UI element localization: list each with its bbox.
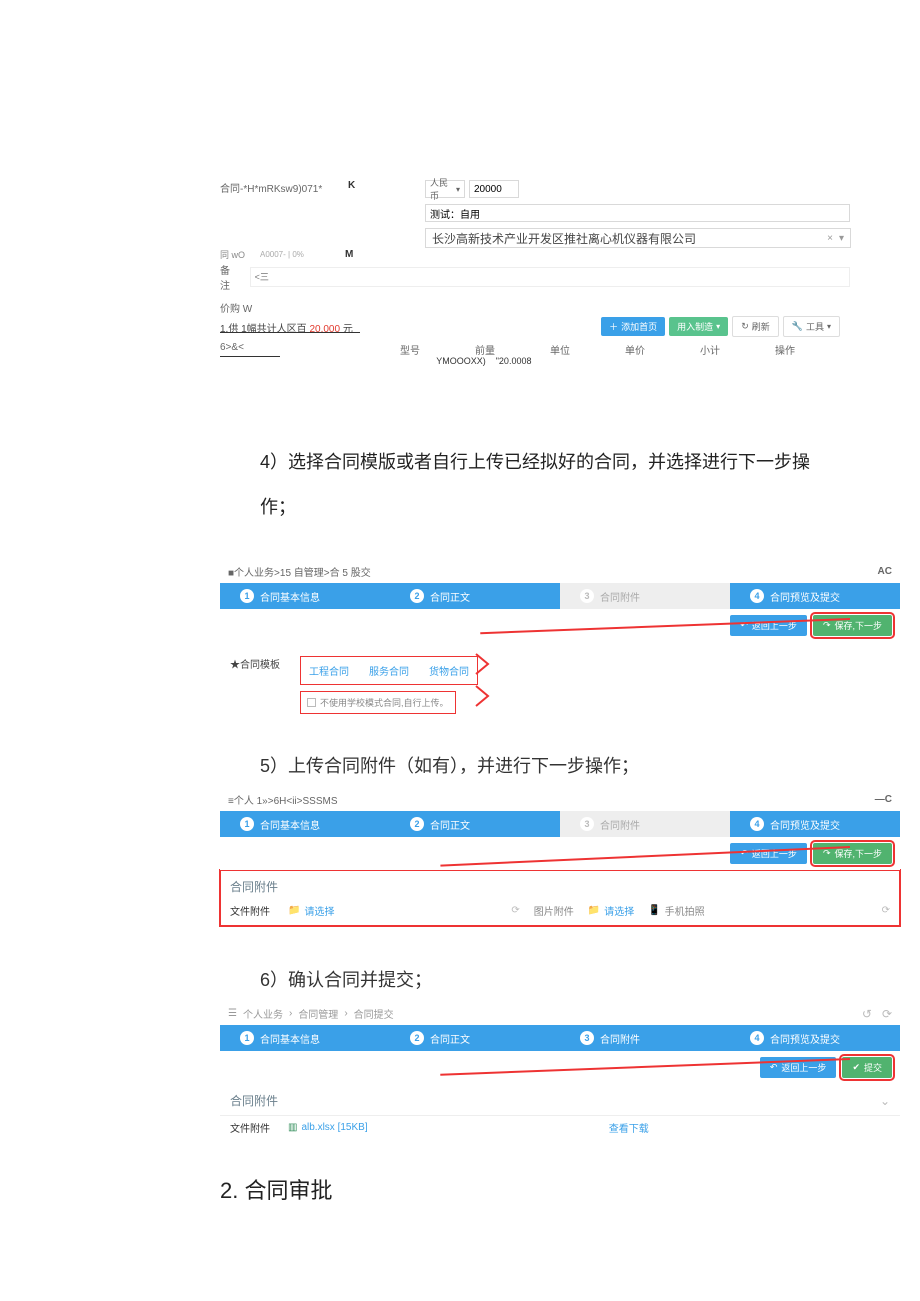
attachment-heading: 合同附件: [230, 1088, 278, 1113]
phone-shot-link[interactable]: 📱 手机拍照: [648, 903, 704, 918]
share-icon: ↷: [823, 620, 831, 631]
add-goods-button[interactable]: ＋ 添加首页: [601, 317, 665, 336]
back-icon[interactable]: ↺: [862, 1007, 872, 1021]
import-table-button[interactable]: 用入制造 ▾: [669, 317, 728, 336]
instruction-4: 4）选择合同模版或者自行上传已经拟好的合同，并选择进行下一步操作；: [260, 440, 840, 530]
attachment-heading: 合同附件: [220, 870, 900, 899]
contract-code-label: 合同-*H*mRKsw9)071*: [220, 180, 322, 195]
table-header-rule: [220, 332, 360, 333]
step-3[interactable]: 3合同附件: [560, 1025, 730, 1051]
breadcrumb: ■个人业务>15 自管理>合 5 股交: [228, 564, 371, 579]
seller-name: 长沙高新技术产业开发区推社离心机仪器有限公司: [432, 230, 696, 247]
amount-input[interactable]: [469, 180, 519, 198]
mid-lbl2: A0007- | 0%: [260, 250, 345, 259]
instruction-5: 5）上传合同附件（如有），并进行下一步操作；: [260, 752, 840, 778]
step5-screenshot: ≡个人 1»>6H<ii>SSSMS —C 1合同基本信息 2合同正文 3合同附…: [220, 788, 900, 926]
bc-right-label: AC: [878, 566, 892, 577]
step-2[interactable]: 2合同正文: [390, 1025, 560, 1051]
table-header: 6>&< 型号 前量 单位 单价 小计 操作: [220, 342, 850, 357]
step-4[interactable]: 4合同预览及提交: [730, 1025, 900, 1051]
refresh-button[interactable]: ↻ 刷新: [732, 316, 779, 337]
template-label: ★合同模板: [230, 656, 300, 671]
note-label: 备注: [220, 262, 240, 292]
phone-icon: 📱: [648, 905, 660, 916]
chevron-down-icon: ▾: [456, 185, 460, 194]
bc-right-label: —C: [875, 794, 892, 805]
submit-button[interactable]: ✔ 提交: [842, 1057, 892, 1078]
step-1[interactable]: 1合同基本信息: [220, 1025, 390, 1051]
instruction-6: 6）确认合同并提交；: [260, 966, 840, 992]
prev-button[interactable]: ↶ 返回上一步: [760, 1057, 837, 1078]
currency-value: 人民币: [430, 176, 456, 202]
table-subrow: YMOOOXX) "20.0008: [220, 356, 850, 366]
share-icon: ↷: [823, 848, 831, 859]
bc-1[interactable]: 个人业务: [243, 1006, 283, 1021]
step6-screenshot: ☰ 个人业务 › 合同管理 › 合同提交 ↺ ⟳ 1合同基本信息 2合同正文 3…: [220, 1002, 900, 1143]
refresh-icon: ↻: [741, 321, 749, 332]
download-link[interactable]: 查看下载: [609, 1120, 649, 1135]
chevron-down-icon: ▾: [827, 322, 831, 331]
checkbox-icon: [307, 698, 316, 707]
template-options: 工程合同 服务合同 货物合同: [300, 656, 478, 685]
breadcrumb: ≡个人 1»>6H<ii>SSSMS: [228, 792, 338, 807]
red-arrow-icon: [472, 646, 512, 716]
tpl-goods[interactable]: 货物合同: [429, 663, 469, 678]
file-xls-icon: ▥: [288, 1122, 297, 1133]
test-input[interactable]: [425, 204, 850, 222]
file-link[interactable]: ▥ alb.xlsx [15KB]: [288, 1122, 368, 1133]
chevron-down-icon[interactable]: ▾: [839, 233, 844, 244]
prev-button[interactable]: ↶ 返回上一步: [730, 615, 807, 636]
step-3[interactable]: 3合同附件: [560, 811, 730, 837]
folder-icon: 📁: [588, 905, 600, 916]
seller-select[interactable]: 长沙高新技术产业开发区推社离心机仪器有限公司 × ▾: [425, 228, 851, 248]
clear-icon[interactable]: ×: [827, 233, 833, 244]
folder-icon: 📁: [288, 905, 300, 916]
save-next-button[interactable]: ↷ 保存,下一步: [813, 615, 892, 636]
step-1[interactable]: 1合同基本信息: [220, 583, 390, 609]
save-next-button[interactable]: ↷ 保存,下一步: [813, 843, 892, 864]
bc-3: 合同提交: [354, 1006, 394, 1021]
prev-button[interactable]: ↶ 返回上一步: [730, 843, 807, 864]
refresh-icon[interactable]: ⟳: [882, 905, 890, 916]
mid-lbl3: M: [345, 249, 415, 260]
reply-icon: ↶: [740, 620, 748, 631]
step4-screenshot: ■个人业务>15 自管理>合 5 股交 AC 1合同基本信息 2合同正文 3合同…: [220, 560, 900, 732]
collapse-icon[interactable]: ⌄: [880, 1094, 890, 1108]
mid-lbl1: 同 wO: [220, 248, 260, 261]
choose-file-link[interactable]: 📁 请选择: [288, 903, 334, 918]
step-1[interactable]: 1合同基本信息: [220, 811, 390, 837]
wrench-icon: 🔧: [792, 321, 803, 332]
img-attach-label: 图片附件: [534, 903, 574, 918]
choose-image-link[interactable]: 📁 请选择: [588, 903, 634, 918]
contract-form-screenshot: 合同-*H*mRKsw9)071* K 人民币 ▾ 长沙高新技术产业开发区推社离: [80, 120, 840, 400]
tpl-service[interactable]: 服务合同: [369, 663, 409, 678]
menu-icon[interactable]: ☰: [228, 1008, 237, 1019]
tool-button[interactable]: 🔧 工具 ▾: [783, 316, 840, 337]
supply-title: 价购 W: [220, 300, 252, 315]
bc-2[interactable]: 合同管理: [298, 1006, 338, 1021]
plus-icon: ＋: [609, 320, 618, 333]
note-input[interactable]: [250, 267, 850, 287]
tpl-engineering[interactable]: 工程合同: [309, 663, 349, 678]
step-3[interactable]: 3合同附件: [560, 583, 730, 609]
step-4[interactable]: 4合同预览及提交: [730, 811, 900, 837]
file-attach-label: 文件附件: [230, 1120, 270, 1135]
currency-select[interactable]: 人民币 ▾: [425, 180, 465, 198]
reply-icon: ↶: [740, 848, 748, 859]
section-heading-2: 2. 合同审批: [220, 1173, 840, 1205]
upload-icon[interactable]: ⟳: [511, 905, 519, 916]
self-upload-checkbox[interactable]: 不使用学校模式合同,自行上传。: [300, 691, 456, 714]
reply-icon: ↶: [770, 1062, 778, 1073]
file-attach-label: 文件附件: [230, 903, 270, 918]
step-2[interactable]: 2合同正文: [390, 811, 560, 837]
reload-icon[interactable]: ⟳: [882, 1007, 892, 1021]
step-4[interactable]: 4合同预览及提交: [730, 583, 900, 609]
chevron-down-icon: ▾: [716, 322, 720, 331]
k-label: K: [348, 180, 355, 191]
step-2[interactable]: 2合同正文: [390, 583, 560, 609]
check-icon: ✔: [852, 1062, 860, 1073]
